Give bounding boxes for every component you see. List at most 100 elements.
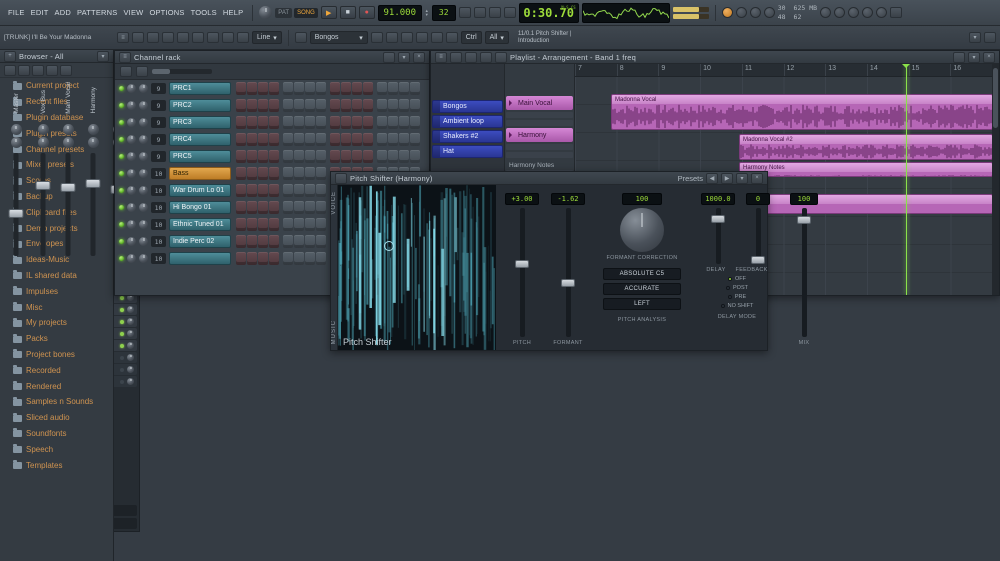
step-cell[interactable] (316, 116, 326, 129)
strip-fader[interactable] (81, 151, 105, 258)
channel-button[interactable]: PRC5 (169, 150, 231, 163)
step-cell[interactable] (399, 133, 409, 146)
tab-music[interactable]: MUSIC (331, 320, 337, 344)
step-cell[interactable] (399, 82, 409, 95)
delay-mode-off[interactable]: OFF (728, 276, 746, 282)
arp-icon[interactable] (430, 32, 443, 43)
step-cell[interactable] (330, 99, 340, 112)
step-cell[interactable] (377, 150, 387, 163)
countdown-icon[interactable] (488, 7, 501, 18)
channel-button[interactable]: Ethnic Tuned 01 (169, 218, 231, 231)
picker-item[interactable]: Bongos (432, 100, 503, 113)
step-cell[interactable] (341, 82, 351, 95)
timeline-bar-number[interactable]: 7 (575, 64, 617, 76)
delay-mode-post[interactable]: POST (726, 285, 748, 291)
channel-button[interactable]: PRC2 (169, 99, 231, 112)
step-cell[interactable] (305, 150, 315, 163)
strip-stereo-knob[interactable] (10, 137, 22, 149)
picker-item[interactable]: Hat (432, 145, 503, 158)
monitor-icon[interactable] (890, 7, 903, 18)
playlist-track-label[interactable]: Harmony Notes (505, 160, 574, 170)
step-cell[interactable] (341, 99, 351, 112)
menu-edit[interactable]: EDIT (28, 8, 52, 17)
channel-enable-led[interactable] (119, 137, 124, 142)
pat-toggle[interactable]: PAT (275, 7, 293, 18)
step-cell[interactable] (305, 116, 315, 129)
step-cell[interactable] (388, 99, 398, 112)
browser-tab-icon[interactable] (18, 64, 30, 76)
plugin-icon[interactable] (335, 172, 347, 184)
step-cell[interactable] (399, 150, 409, 163)
channel-volume-knob[interactable] (139, 220, 148, 229)
step-cell[interactable] (269, 150, 279, 163)
step-cell[interactable] (269, 184, 279, 197)
step-cell[interactable] (247, 252, 257, 265)
slot-enable-led[interactable] (120, 331, 124, 336)
song-toggle[interactable]: SONG (294, 7, 318, 18)
preset-prev-icon[interactable]: ◀ (706, 172, 718, 184)
step-cell[interactable] (316, 201, 326, 214)
step-cell[interactable] (352, 99, 362, 112)
tempo-display[interactable]: 91.000 (377, 4, 422, 21)
channel-enable-led[interactable] (119, 154, 124, 159)
loop-record-icon[interactable] (503, 7, 516, 18)
playlist-clip[interactable]: Harmony Notes (739, 162, 992, 177)
position-display[interactable]: 32 (431, 4, 456, 21)
formant-correction-knob[interactable] (620, 208, 664, 252)
mixer-track-number[interactable]: 9 (151, 151, 166, 162)
step-cell[interactable] (247, 99, 257, 112)
browser-item[interactable]: Packs (0, 331, 113, 347)
browser-item[interactable]: Rendered (0, 378, 113, 394)
step-cell[interactable] (269, 167, 279, 180)
rack-options-icon[interactable] (383, 51, 395, 63)
detach-icon[interactable]: ▾ (969, 32, 981, 43)
delete-icon[interactable] (192, 32, 204, 43)
browser-item[interactable]: Soundfonts (0, 426, 113, 442)
step-cell[interactable] (352, 116, 362, 129)
browser-menu-icon[interactable]: ▾ (97, 50, 109, 62)
quantize-icon[interactable] (385, 32, 398, 43)
step-cell[interactable] (258, 150, 268, 163)
step-cell[interactable] (294, 99, 304, 112)
more-icon[interactable] (984, 32, 996, 43)
step-cell[interactable] (388, 150, 398, 163)
channel-volume-knob[interactable] (139, 237, 148, 246)
step-cell[interactable] (236, 201, 246, 214)
step-cell[interactable] (247, 201, 257, 214)
step-cell[interactable] (363, 99, 373, 112)
channel-volume-knob[interactable] (139, 101, 148, 110)
channel-volume-knob[interactable] (139, 186, 148, 195)
step-cell[interactable] (269, 116, 279, 129)
browser-item[interactable]: Recorded (0, 362, 113, 378)
plugin-close-icon[interactable]: × (751, 172, 763, 184)
picker-item[interactable]: Ambient loop (432, 115, 503, 128)
step-cell[interactable] (352, 150, 362, 163)
step-cell[interactable] (283, 218, 293, 231)
metronome-icon[interactable] (458, 7, 471, 18)
step-cell[interactable] (377, 99, 387, 112)
menu-file[interactable]: FILE (5, 8, 28, 17)
step-cell[interactable] (269, 82, 279, 95)
tempo-steppers[interactable]: ▲ ▼ (425, 8, 429, 17)
channel-pan-knob[interactable] (127, 118, 136, 127)
step-cell[interactable] (283, 99, 293, 112)
picker-item[interactable]: Shakers #2 (432, 130, 503, 143)
browser-item[interactable]: Impulses (0, 283, 113, 299)
absolute-c5-button[interactable]: ABSOLUTE C5 (603, 268, 681, 280)
step-cell[interactable] (236, 184, 246, 197)
step-cell[interactable] (377, 116, 387, 129)
step-cell[interactable] (247, 218, 257, 231)
slot-mix-knob[interactable] (127, 306, 134, 313)
step-cell[interactable] (258, 116, 268, 129)
step-cell[interactable] (294, 218, 304, 231)
pitch-slider[interactable] (515, 208, 529, 337)
step-cell[interactable] (258, 235, 268, 248)
step-cell[interactable] (410, 150, 420, 163)
update-icon[interactable] (820, 7, 832, 18)
browser-item[interactable]: IL shared data (0, 268, 113, 284)
step-cell[interactable] (283, 133, 293, 146)
channel-button[interactable] (169, 252, 231, 265)
step-cell[interactable] (269, 99, 279, 112)
step-cell[interactable] (247, 116, 257, 129)
timeline-bar-number[interactable]: 13 (825, 64, 867, 76)
